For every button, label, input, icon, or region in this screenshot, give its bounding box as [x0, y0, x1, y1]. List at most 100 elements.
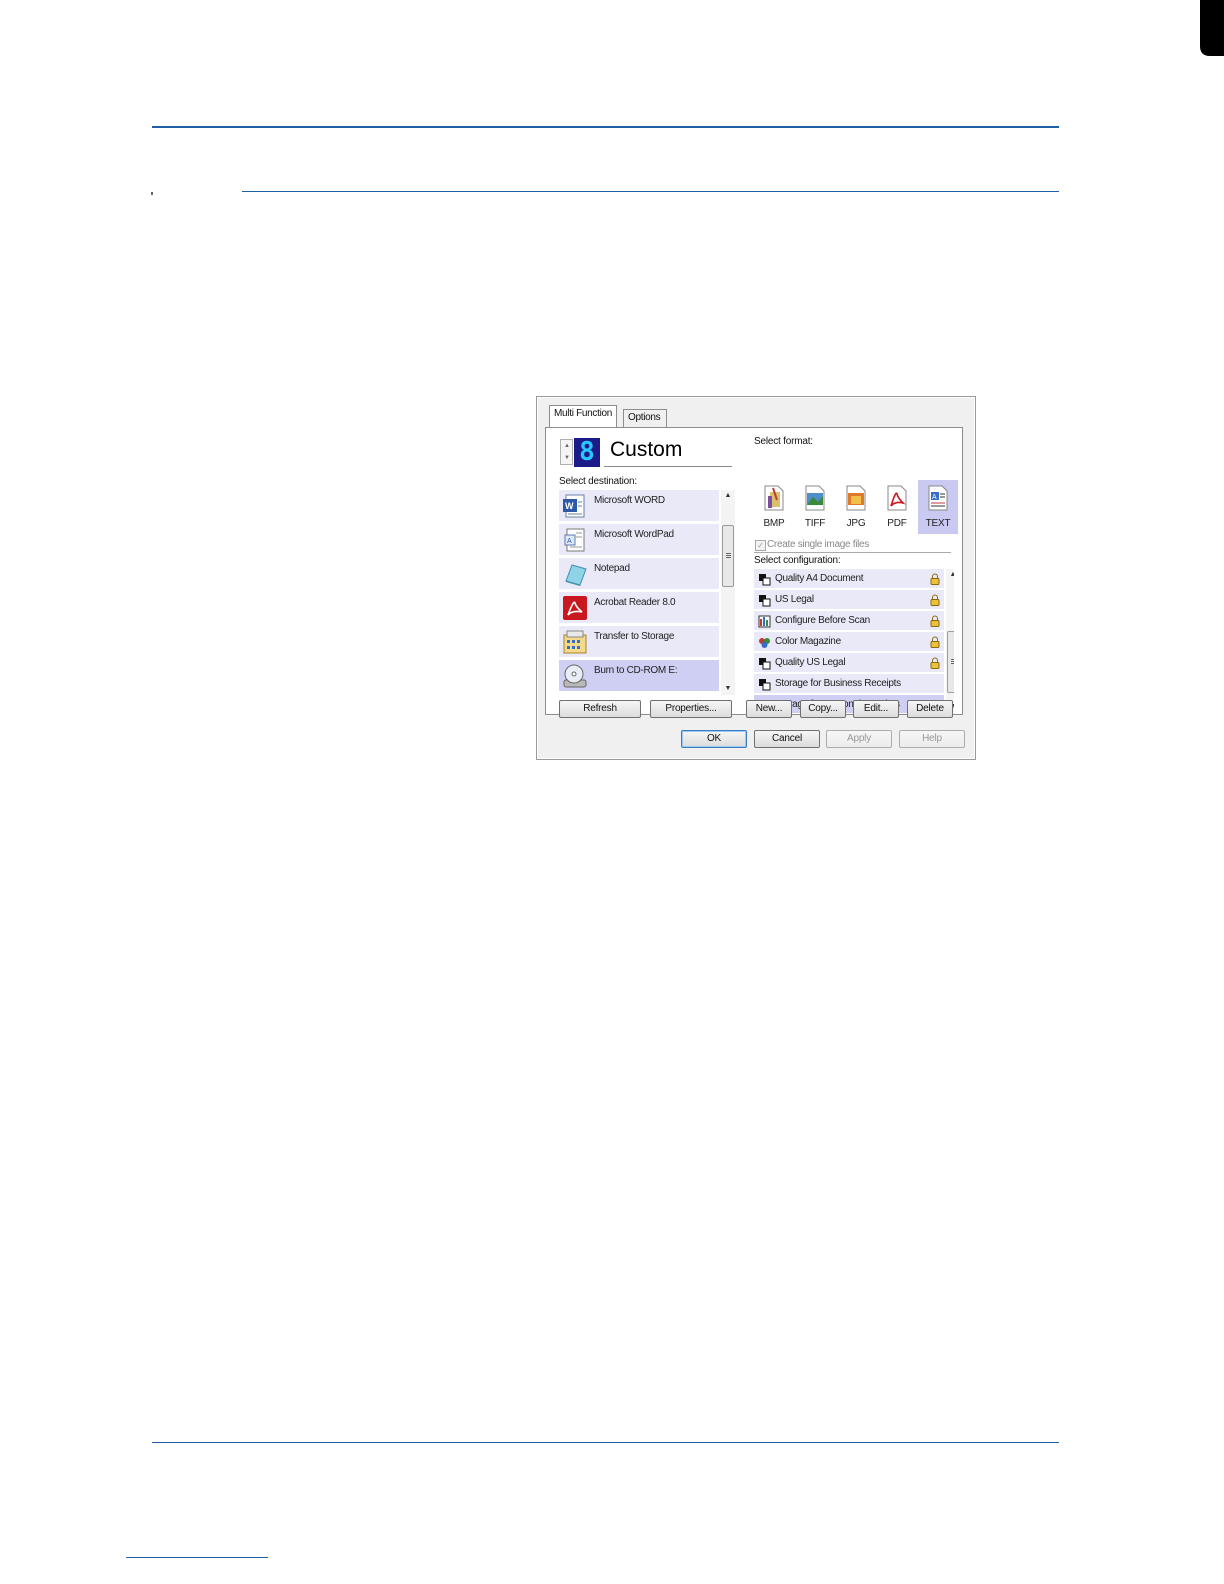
bw-config-icon — [759, 595, 771, 607]
destination-item[interactable]: Acrobat Reader 8.0 — [559, 592, 719, 624]
lock-icon — [930, 636, 940, 648]
footnote-rule — [126, 1557, 268, 1558]
scrollbar-thumb[interactable] — [722, 525, 734, 587]
destination-label-text: Burn to CD-ROM E: — [594, 665, 678, 676]
destination-label-text: Microsoft WORD — [594, 495, 665, 506]
configuration-item[interactable]: Quality A4 Document — [754, 569, 944, 589]
delete-config-button[interactable]: Delete — [907, 700, 953, 718]
configuration-list[interactable]: Quality A4 Document US Legal Configure B… — [754, 569, 954, 713]
format-divider — [754, 552, 951, 553]
refresh-button[interactable]: Refresh — [559, 700, 641, 718]
format-label: Select format: — [754, 436, 813, 447]
destination-label: Select destination: — [559, 476, 637, 487]
destination-label-text: Transfer to Storage — [594, 631, 675, 642]
svg-text:A: A — [932, 494, 937, 501]
properties-button[interactable]: Properties... — [650, 700, 732, 718]
bw-config-icon — [759, 574, 771, 586]
button-number: 8 — [579, 437, 595, 467]
configuration-item[interactable]: Color Magazine — [754, 632, 944, 652]
configuration-item[interactable]: Configure Before Scan — [754, 611, 944, 631]
cd-burn-icon — [563, 664, 587, 688]
format-jpg-label: JPG — [846, 518, 866, 529]
tab-options[interactable]: Options — [623, 409, 667, 427]
storage-icon — [563, 630, 587, 654]
configuration-label-text: Color Magazine — [775, 636, 841, 647]
tab-multi-function[interactable]: Multi Function — [549, 405, 618, 427]
single-image-label: Create single image files — [767, 539, 869, 550]
section-rule — [242, 191, 1059, 192]
configuration-label: Select configuration: — [754, 555, 841, 566]
tiff-icon — [805, 485, 825, 511]
spin-up-icon[interactable]: ▲ — [564, 443, 570, 449]
scroll-up-icon[interactable]: ▲ — [946, 569, 954, 581]
format-bmp[interactable]: BMP — [754, 480, 794, 534]
configuration-label-text: Quality US Legal — [775, 657, 846, 668]
format-tiff[interactable]: TIFF — [795, 480, 835, 534]
lock-icon — [930, 594, 940, 606]
ok-button[interactable]: OK — [681, 730, 747, 748]
destination-item[interactable]: Notepad — [559, 558, 719, 590]
svg-text:W: W — [565, 501, 574, 511]
destination-label-text: Notepad — [594, 563, 630, 574]
wordpad-icon: A — [564, 528, 585, 552]
scrollbar-thumb[interactable] — [947, 631, 954, 693]
configuration-scrollbar[interactable]: ▲ ▼ — [946, 569, 954, 713]
scroll-up-icon[interactable]: ▲ — [721, 490, 735, 502]
configuration-item[interactable]: Storage for Business Receipts — [754, 674, 944, 694]
cancel-button[interactable]: Cancel — [754, 730, 820, 748]
footer-rule — [152, 1442, 1059, 1443]
spin-down-icon[interactable]: ▼ — [564, 455, 570, 461]
format-tiff-label: TIFF — [804, 518, 826, 529]
svg-text:A: A — [567, 538, 572, 545]
edit-config-button[interactable]: Edit... — [853, 700, 899, 718]
configuration-label-text: US Legal — [775, 594, 814, 605]
lock-icon — [930, 573, 940, 585]
bmp-icon — [764, 485, 784, 511]
properties-dialog: Multi Function Options ▲ ▼ 8 Custom Sele… — [536, 396, 976, 760]
tab-panel: ▲ ▼ 8 Custom Select destination: W Micro… — [545, 427, 963, 718]
format-text-label: TEXT — [925, 518, 951, 529]
button-number-spinner[interactable]: ▲ ▼ — [560, 439, 573, 465]
header-rule — [152, 126, 1059, 128]
help-button[interactable]: Help — [899, 730, 965, 748]
format-text[interactable]: A TEXT — [918, 480, 958, 534]
destination-item[interactable]: W Microsoft WORD — [559, 490, 719, 522]
configure-before-scan-icon — [758, 615, 771, 628]
pdf-icon — [887, 485, 907, 511]
destination-label-text: Microsoft WordPad — [594, 529, 674, 540]
configuration-label-text: Quality A4 Document — [775, 573, 864, 584]
destination-label-text: Acrobat Reader 8.0 — [594, 597, 676, 608]
margin-mark — [151, 192, 153, 195]
bw-config-icon — [759, 658, 771, 670]
format-pdf[interactable]: PDF — [877, 480, 917, 534]
destination-scrollbar[interactable]: ▲ ▼ — [721, 490, 735, 695]
single-image-checkbox[interactable]: ✓ — [755, 540, 766, 551]
destination-item-selected[interactable]: Burn to CD-ROM E: — [559, 660, 719, 692]
destination-list[interactable]: W Microsoft WORD A Microsoft WordPad Not… — [559, 490, 735, 695]
format-bmp-label: BMP — [763, 518, 785, 529]
copy-config-button[interactable]: Copy... — [800, 700, 846, 718]
configuration-item[interactable]: US Legal — [754, 590, 944, 610]
lock-icon — [930, 615, 940, 627]
configuration-item[interactable]: Quality US Legal — [754, 653, 944, 673]
button-number-display: 8 — [574, 437, 600, 467]
configuration-label-text: Storage for Business Receipts — [775, 678, 901, 689]
format-selector: BMP TIFF JPG PDF A TEXT — [754, 480, 958, 534]
lock-icon — [930, 657, 940, 669]
button-name-title: Custom — [610, 438, 683, 461]
bw-config-icon — [759, 679, 771, 691]
text-icon: A — [928, 485, 948, 511]
word-icon: W — [563, 494, 585, 518]
configuration-label-text: Configure Before Scan — [775, 615, 870, 626]
acrobat-icon — [563, 596, 587, 620]
scroll-down-icon[interactable]: ▼ — [721, 683, 735, 695]
title-underline — [604, 466, 732, 467]
notepad-icon — [565, 564, 587, 586]
page-edge-tab — [1200, 0, 1224, 56]
destination-item[interactable]: A Microsoft WordPad — [559, 524, 719, 556]
destination-item[interactable]: Transfer to Storage — [559, 626, 719, 658]
apply-button[interactable]: Apply — [826, 730, 892, 748]
new-config-button[interactable]: New... — [746, 700, 792, 718]
format-jpg[interactable]: JPG — [836, 480, 876, 534]
jpg-icon — [846, 485, 866, 511]
